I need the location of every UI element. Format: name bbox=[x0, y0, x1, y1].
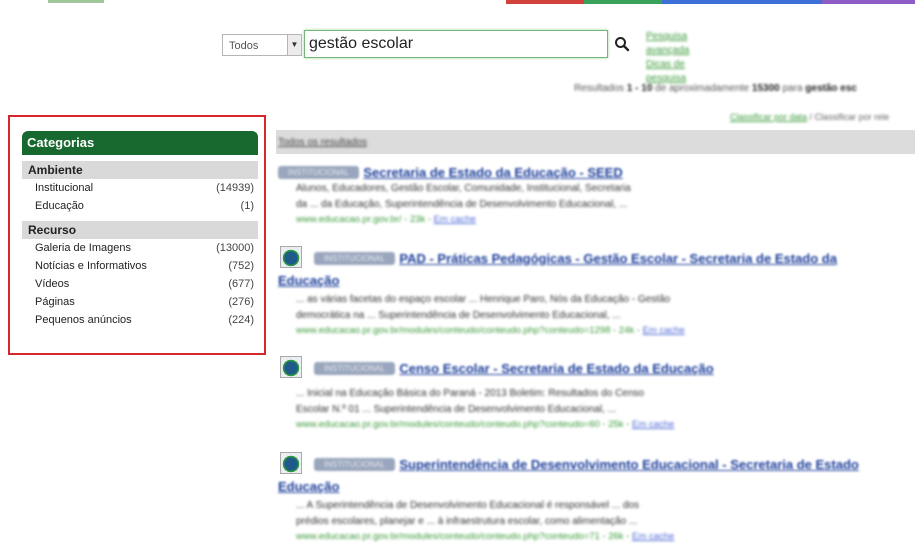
top-color-strip bbox=[0, 0, 915, 4]
cache-link[interactable]: Em cache bbox=[632, 531, 674, 542]
result-url: www.educacao.pr.gov.br/modules/conteudo/… bbox=[296, 531, 632, 542]
scope-select-value: Todos bbox=[229, 40, 259, 52]
globe-icon bbox=[280, 246, 302, 268]
strip-red bbox=[506, 0, 584, 4]
globe-icon bbox=[280, 452, 302, 474]
results-prefix: Resultados bbox=[574, 83, 627, 94]
result-snippet: ... Inicial na Educação Básica do Paraná… bbox=[296, 388, 644, 399]
result-snippet: da ... da Educação, Superintendência de … bbox=[296, 199, 628, 210]
category-count: (1) bbox=[240, 200, 254, 212]
results-middle: de aproximadamente bbox=[652, 83, 752, 94]
globe-icon bbox=[280, 356, 302, 378]
category-item-paginas[interactable]: Páginas (276) bbox=[22, 293, 258, 311]
category-item-galeria[interactable]: Galeria de Imagens (13000) bbox=[22, 239, 258, 257]
result-title-link[interactable]: Censo Escolar - Secretaria de Estado da … bbox=[399, 361, 713, 376]
category-item-educacao[interactable]: Educação (1) bbox=[22, 197, 258, 215]
result-badge: INSTITUCIONAL bbox=[314, 458, 395, 472]
search-icon[interactable] bbox=[614, 36, 630, 52]
result-snippet: democrática na ... Superintendência de D… bbox=[296, 310, 621, 321]
category-count: (14939) bbox=[216, 182, 254, 194]
result-title-continuation[interactable]: Educação bbox=[278, 273, 339, 288]
categories-title: Categorias bbox=[22, 131, 258, 155]
category-label: Galeria de Imagens bbox=[35, 242, 131, 254]
cache-link[interactable]: Em cache bbox=[632, 419, 674, 430]
category-item-institucional[interactable]: Institucional (14939) bbox=[22, 179, 258, 197]
results-total: 15300 bbox=[751, 83, 780, 94]
result-title-link[interactable]: PAD - Práticas Pedagógicas - Gestão Esco… bbox=[399, 251, 837, 266]
result-url: www.educacao.pr.gov.br/modules/conteudo/… bbox=[296, 325, 643, 336]
sort-by-relevance: Classificar por rele bbox=[814, 112, 890, 122]
results-term: gestão esc bbox=[805, 83, 857, 94]
category-label: Notícias e Informativos bbox=[35, 260, 147, 272]
category-label: Educação bbox=[35, 200, 84, 212]
top-nav-link[interactable] bbox=[48, 0, 104, 3]
sort-options: Classificar por data / Classificar por r… bbox=[730, 112, 889, 122]
group-title-recurso: Recurso bbox=[22, 221, 258, 239]
result-title-continuation[interactable]: Educação bbox=[278, 479, 339, 494]
cache-link[interactable]: Em cache bbox=[643, 325, 685, 336]
category-item-videos[interactable]: Vídeos (677) bbox=[22, 275, 258, 293]
chevron-down-icon[interactable]: ▼ bbox=[287, 35, 301, 55]
sort-by-date-link[interactable]: Classificar por data bbox=[730, 112, 807, 122]
result-snippet: Escolar N.º 01 ... Superintendência de D… bbox=[296, 404, 616, 415]
category-count: (752) bbox=[228, 260, 254, 272]
category-count: (276) bbox=[228, 296, 254, 308]
result-title-link[interactable]: Superintendência de Desenvolvimento Educ… bbox=[399, 457, 858, 472]
results-suffix: para bbox=[779, 83, 806, 94]
result-url: www.educacao.pr.gov.br/modules/conteudo/… bbox=[296, 419, 632, 430]
categories-sidebar: Categorias Ambiente Institucional (14939… bbox=[22, 131, 258, 329]
result-title-link[interactable]: Secretaria de Estado da Educação - SEED bbox=[363, 165, 622, 180]
category-count: (677) bbox=[228, 278, 254, 290]
result-snippet: ... as várias facetas do espaço escolar … bbox=[296, 294, 671, 305]
result-url: www.educacao.pr.gov.br/ - 23k - bbox=[296, 214, 434, 225]
search-tips-link[interactable]: Dicas de pesquisa bbox=[646, 58, 689, 86]
strip-blue bbox=[662, 0, 822, 4]
group-title-ambiente: Ambiente bbox=[22, 161, 258, 179]
category-label: Vídeos bbox=[35, 278, 70, 290]
advanced-search-link[interactable]: Pesquisa avançada bbox=[646, 30, 689, 58]
category-item-noticias[interactable]: Notícias e Informativos (752) bbox=[22, 257, 258, 275]
result-badge: INSTITUCIONAL bbox=[314, 252, 395, 266]
search-input[interactable]: gestão escolar bbox=[304, 30, 608, 58]
category-count: (224) bbox=[228, 314, 254, 326]
category-count: (13000) bbox=[216, 242, 254, 254]
search-help-links: Pesquisa avançada Dicas de pesquisa bbox=[646, 30, 689, 86]
category-label: Pequenos anúncios bbox=[35, 314, 132, 326]
result-snippet: prédios escolares, planejar e ... à infr… bbox=[296, 516, 638, 527]
cache-link[interactable]: Em cache bbox=[434, 214, 476, 225]
all-results-bar: Todos os resultados bbox=[276, 130, 915, 154]
results-panel: Todos os resultados INSTITUCIONAL Secret… bbox=[276, 130, 915, 542]
result-badge: INSTITUCIONAL bbox=[278, 166, 359, 180]
sort-separator: / bbox=[807, 112, 815, 122]
scope-select[interactable]: Todos ▼ bbox=[222, 34, 302, 56]
strip-green bbox=[584, 0, 662, 4]
result-badge: INSTITUCIONAL bbox=[314, 362, 395, 376]
category-label: Páginas bbox=[35, 296, 75, 308]
strip-purple bbox=[822, 0, 915, 4]
result-snippet: ... A Superintendência de Desenvolviment… bbox=[296, 500, 639, 511]
result-snippet: Alunos, Educadores, Gestão Escolar, Comu… bbox=[296, 183, 631, 194]
category-item-pequenos-anuncios[interactable]: Pequenos anúncios (224) bbox=[22, 311, 258, 329]
all-results-link[interactable]: Todos os resultados bbox=[278, 137, 367, 148]
results-range: 1 - 10 bbox=[626, 83, 653, 94]
search-input-value: gestão escolar bbox=[309, 35, 414, 52]
results-count-text: Resultados 1 - 10 de aproximadamente 153… bbox=[574, 83, 857, 94]
category-label: Institucional bbox=[35, 182, 94, 194]
